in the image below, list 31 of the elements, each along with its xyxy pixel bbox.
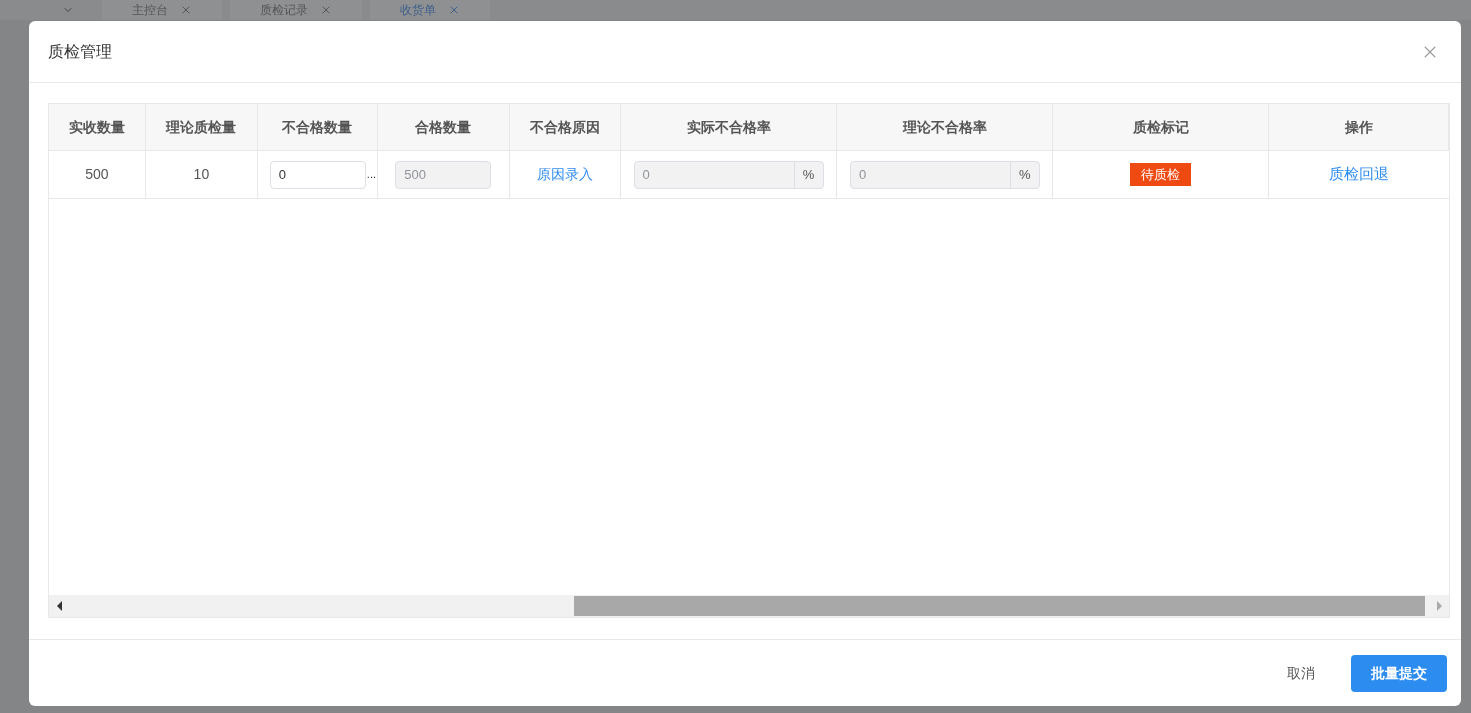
- close-icon[interactable]: [448, 4, 460, 16]
- field-value: 0: [641, 165, 651, 184]
- scrollbar-thumb[interactable]: [574, 596, 1425, 616]
- submit-button[interactable]: 批量提交: [1351, 654, 1447, 692]
- table-cell: 500: [49, 151, 146, 199]
- column-header: 质检标记: [1053, 104, 1270, 151]
- unit-label: %: [793, 161, 823, 188]
- column-header: 实际不合格率: [620, 104, 838, 151]
- field-value: 0: [857, 165, 868, 184]
- column-header: 理论质检量: [145, 104, 258, 151]
- scroll-left-icon[interactable]: [56, 601, 64, 611]
- page-tab[interactable]: 收货单: [370, 0, 490, 20]
- overflow-ellipsis: ...: [366, 167, 377, 183]
- reason-link[interactable]: 原因录入: [536, 164, 593, 185]
- column-header: 实收数量: [49, 104, 146, 151]
- column-header: 不合格原因: [509, 104, 621, 151]
- table-cell: 10: [145, 151, 258, 199]
- scroll-right-icon[interactable]: [1435, 601, 1443, 611]
- column-header: 理论不合格率: [837, 104, 1054, 151]
- horizontal-scrollbar[interactable]: [49, 595, 1449, 617]
- column-header: 不合格数量: [257, 104, 378, 151]
- column-header: 操作: [1269, 104, 1449, 151]
- unit-label: %: [1009, 161, 1039, 188]
- close-icon[interactable]: [180, 4, 192, 16]
- close-icon[interactable]: [320, 4, 332, 16]
- status-tag: 待质检: [1130, 163, 1192, 186]
- dialog-title: 质检管理: [48, 41, 112, 62]
- number-field[interactable]: 0: [269, 160, 366, 189]
- column-header: 合格数量: [377, 104, 510, 151]
- rollback-link[interactable]: 质检回退: [1329, 163, 1390, 186]
- cancel-button[interactable]: 取消: [1275, 654, 1327, 692]
